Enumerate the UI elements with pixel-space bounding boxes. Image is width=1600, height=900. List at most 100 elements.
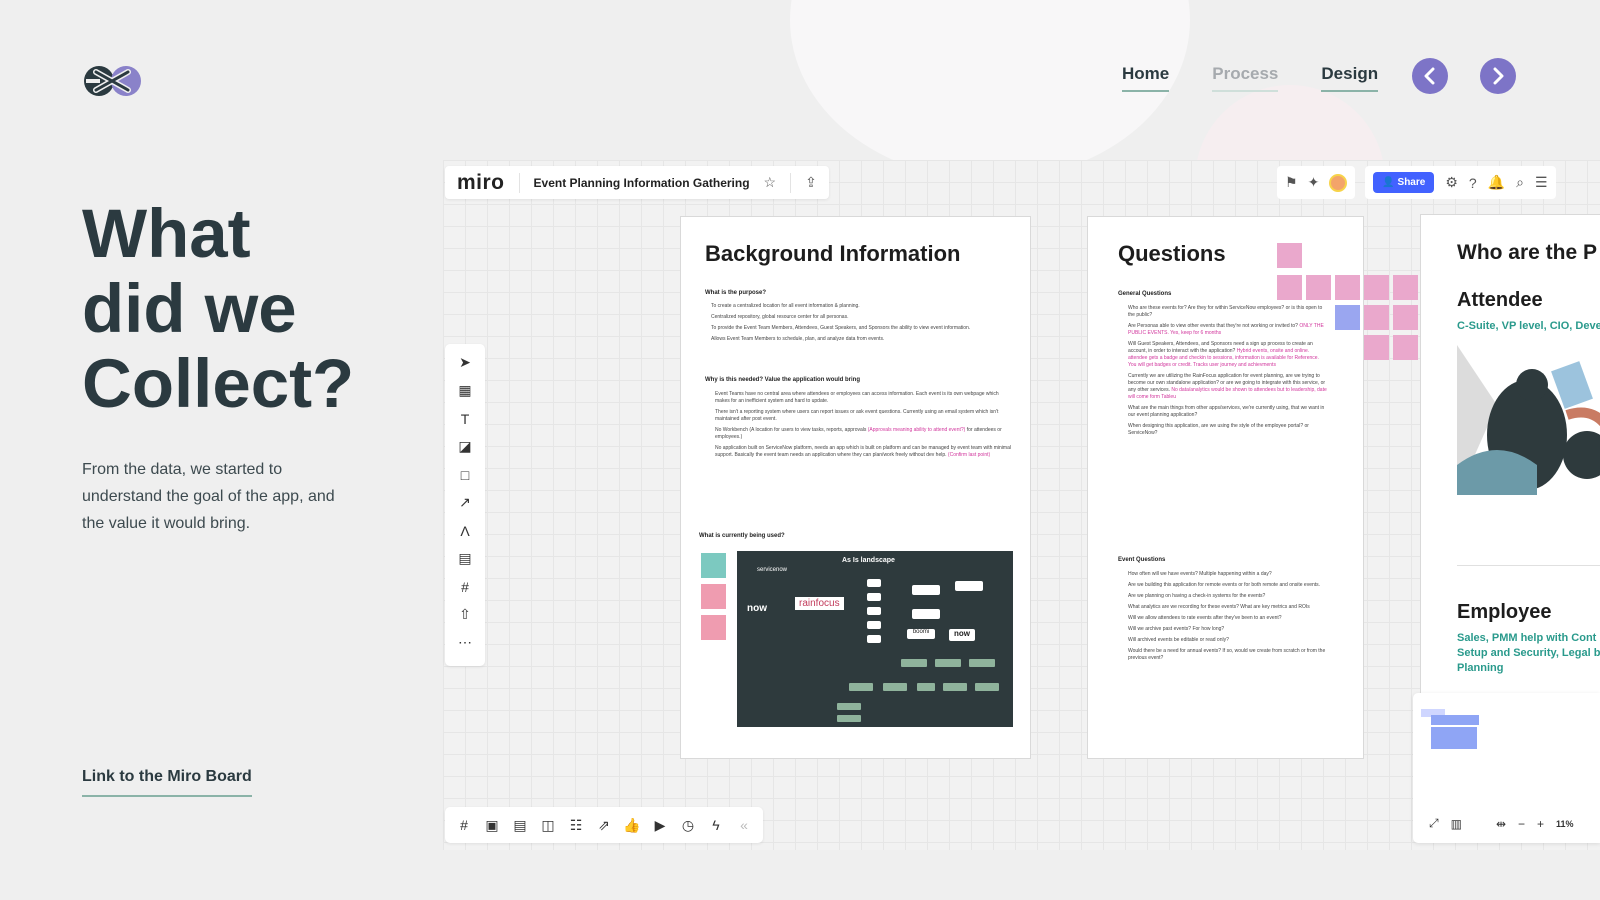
board-actions: 👤 Share ⚙ ? 🔔 ⌕ ☰: [1365, 166, 1556, 199]
frame-questions[interactable]: Questions General Questions Who are thes…: [1087, 216, 1418, 759]
settings-sliders-icon[interactable]: ⚙: [1445, 174, 1458, 191]
collab-tools: ⚑ ✦: [1277, 166, 1356, 199]
star-icon[interactable]: ☆: [764, 174, 777, 191]
list-item: No application built on ServiceNow platf…: [715, 445, 1011, 459]
previous-button[interactable]: [1412, 58, 1448, 94]
help-icon[interactable]: ?: [1469, 175, 1477, 191]
diagram-node: [935, 659, 961, 667]
list-item: Allows Event Team Members to schedule, p…: [711, 336, 885, 342]
next-button[interactable]: [1480, 58, 1516, 94]
list-item: Are Personas able to view other events t…: [1128, 323, 1328, 337]
diagram-node: [883, 683, 907, 691]
diagram-node: [867, 621, 881, 629]
fullscreen-icon[interactable]: ⤢: [1429, 816, 1439, 831]
sticky-note[interactable]: [1364, 335, 1389, 360]
nav-process[interactable]: Process: [1212, 64, 1279, 92]
list-item: No Workbench (A location for users to vi…: [715, 427, 1011, 441]
zoom-level[interactable]: 11%: [1556, 819, 1574, 829]
notes-icon[interactable]: ☰: [1535, 174, 1548, 191]
cards-icon[interactable]: ☷: [567, 817, 585, 834]
avatar[interactable]: [1329, 173, 1348, 192]
video-icon[interactable]: ▶: [651, 817, 669, 834]
nav-home[interactable]: Home: [1122, 64, 1170, 92]
board-title[interactable]: Event Planning Information Gathering: [534, 176, 750, 190]
zoom-in-icon[interactable]: +: [1537, 817, 1544, 831]
sticky-note[interactable]: [1364, 305, 1389, 330]
divider: [790, 172, 792, 193]
list-item: Centralized repository, global resource …: [711, 314, 849, 320]
sticky-note[interactable]: [1306, 275, 1331, 300]
sticky-note[interactable]: [1335, 305, 1360, 330]
minimap[interactable]: ⤢ ▥ ⇹ − + 11%: [1413, 693, 1600, 843]
upload-icon[interactable]: ⇧: [455, 605, 475, 624]
share-button[interactable]: 👤 Share: [1373, 172, 1435, 193]
diagram-node: [943, 683, 967, 691]
select-cursor-icon[interactable]: ➤: [455, 353, 475, 372]
frame-background-information[interactable]: Background Information What is the purpo…: [680, 216, 1031, 759]
map-icon[interactable]: ▥: [1451, 817, 1462, 831]
sticky-note[interactable]: [1393, 335, 1418, 360]
miro-right-bar: ⚑ ✦ 👤 Share ⚙ ? 🔔 ⌕ ☰: [1277, 166, 1556, 199]
search-icon[interactable]: ⌕: [1516, 174, 1524, 191]
headline-line: did we: [82, 270, 297, 347]
comment-icon[interactable]: ▤: [455, 549, 475, 568]
frame-tool-icon[interactable]: #: [455, 577, 475, 596]
collaboration-toolbar: # ▣ ▤ ◫ ☷ ⇗ 👍 ▶ ◷ ϟ «: [445, 807, 763, 843]
pen-tool-icon[interactable]: Λ: [455, 521, 475, 540]
timer-icon[interactable]: ◷: [679, 817, 697, 834]
voting-icon[interactable]: 👍: [623, 817, 641, 834]
chat-icon[interactable]: ◫: [539, 817, 557, 834]
sticky-note[interactable]: [1277, 243, 1302, 268]
list-item: What analytics are we recording for thes…: [1128, 604, 1310, 610]
minimap-preview[interactable]: [1421, 709, 1479, 753]
fit-to-screen-icon[interactable]: ⇹: [1496, 817, 1506, 831]
text-tool-icon[interactable]: T: [455, 409, 475, 428]
list-item: Are we planning on having a check-in sys…: [1128, 593, 1266, 599]
sticky-note-icon[interactable]: ◪: [455, 437, 475, 456]
list-item: Currently we are utilizing the RainFocus…: [1128, 373, 1328, 401]
share-screen-icon[interactable]: ⇗: [595, 817, 613, 834]
templates-icon[interactable]: ▦: [455, 381, 475, 400]
persona-attendee-heading: Attendee: [1457, 289, 1543, 311]
collapse-icon[interactable]: «: [735, 817, 753, 833]
divider: [518, 172, 520, 193]
pink-note: (Approvals meaning ability to attend eve…: [867, 427, 966, 433]
diagram-node: [917, 683, 935, 691]
celebrate-icon[interactable]: ✦: [1308, 174, 1320, 191]
frame-personas[interactable]: Who are the P Attendee C-Suite, VP level…: [1420, 214, 1600, 694]
sticky-note[interactable]: [1364, 275, 1389, 300]
diagram-node: [837, 703, 861, 710]
more-tools-icon[interactable]: ⋯: [455, 633, 475, 652]
shape-tool-icon[interactable]: □: [455, 465, 475, 484]
sticky-note[interactable]: [701, 615, 726, 640]
rainfocus-logo: rainfocus: [795, 597, 844, 610]
lightning-icon[interactable]: ϟ: [707, 817, 725, 833]
zoom-out-icon[interactable]: −: [1518, 817, 1525, 831]
list-item: Are we building this application for rem…: [1128, 582, 1321, 588]
sticky-note[interactable]: [1277, 275, 1302, 300]
connection-line-icon[interactable]: ↗: [455, 493, 475, 512]
sticky-note[interactable]: [1393, 305, 1418, 330]
item-text: No Workbench (A location for users to vi…: [715, 427, 867, 433]
diagram-node: [867, 579, 881, 587]
list-item: Will we allow attendees to rate events a…: [1128, 615, 1282, 621]
sticky-note[interactable]: [1393, 275, 1418, 300]
sticky-note[interactable]: [701, 553, 726, 578]
bell-icon[interactable]: 🔔: [1488, 174, 1505, 191]
comments-icon[interactable]: ▤: [511, 817, 529, 834]
diagram-node: [867, 607, 881, 615]
sticky-note[interactable]: [1335, 275, 1360, 300]
cursor-flag-icon[interactable]: ⚑: [1285, 174, 1298, 191]
as-is-landscape-diagram[interactable]: As Is landscape servicenow now rainfocus…: [737, 551, 1013, 727]
presentation-icon[interactable]: ▣: [483, 817, 501, 834]
frames-icon[interactable]: #: [455, 817, 473, 833]
export-icon[interactable]: ⇪: [805, 174, 817, 191]
persona-attendee-roles: C-Suite, VP level, CIO, Deve: [1457, 320, 1600, 332]
sticky-note[interactable]: [701, 584, 726, 609]
miro-board-link[interactable]: Link to the Miro Board: [82, 768, 252, 797]
list-item: Will archived events be editable or read…: [1128, 637, 1229, 643]
persona-employee-heading: Employee: [1457, 601, 1552, 623]
section-heading: What is currently being used?: [699, 533, 785, 539]
nav-design[interactable]: Design: [1321, 64, 1379, 92]
list-item: How often will we have events? Multiple …: [1128, 571, 1272, 577]
